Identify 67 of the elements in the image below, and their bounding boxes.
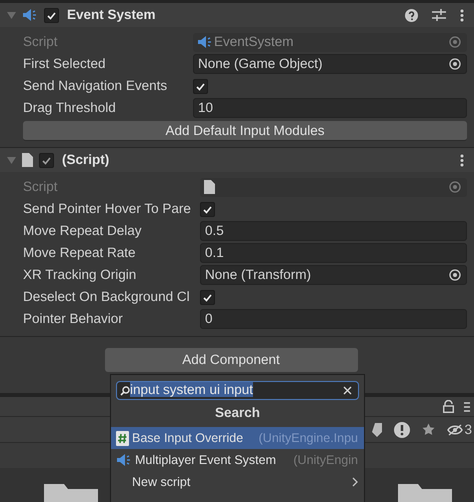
component-name: New script xyxy=(132,474,192,491)
popup-header: Search xyxy=(214,404,262,422)
field-label: Send Pointer Hover To Pare xyxy=(23,200,192,218)
search-icon xyxy=(120,386,130,396)
component-list-item[interactable]: Multiplayer Event System (UnityEngin xyxy=(111,449,364,471)
object-picker-icon xyxy=(449,181,461,194)
component-name: Multiplayer Event System xyxy=(135,452,278,469)
clear-icon[interactable] xyxy=(343,386,352,395)
field-label: Drag Threshold xyxy=(23,98,117,117)
field-label: Send Navigation Events xyxy=(23,76,168,95)
object-picker-icon[interactable] xyxy=(449,58,461,70)
speaker-icon xyxy=(22,8,38,22)
checkbox[interactable] xyxy=(39,152,54,168)
script-name: EventSystem xyxy=(214,32,295,51)
component-header[interactable]: (Script) xyxy=(0,148,474,172)
field-label: Move Repeat Delay xyxy=(23,222,143,240)
file-icon xyxy=(204,180,215,194)
field-label: Pointer Behavior xyxy=(23,310,124,328)
component-header[interactable]: Event System xyxy=(0,3,474,27)
checkmark-icon xyxy=(46,10,57,20)
object-picker-icon xyxy=(449,36,461,48)
checkbox[interactable] xyxy=(200,290,215,305)
object-field[interactable]: None (Transform) xyxy=(200,265,467,286)
component-title: Event System xyxy=(67,6,157,24)
search-field[interactable]: input system ui input xyxy=(116,381,359,400)
checkbox[interactable] xyxy=(193,78,208,94)
field-label: XR Tracking Origin xyxy=(23,266,138,284)
field-label: Move Repeat Rate xyxy=(23,244,137,262)
checkmark-icon xyxy=(202,292,213,303)
help-icon[interactable] xyxy=(405,8,418,22)
object-field[interactable]: None (Game Object) xyxy=(193,54,467,74)
menu-icon[interactable] xyxy=(460,8,464,22)
hidden-eye-icon xyxy=(447,424,464,436)
number-field[interactable]: 0.1 xyxy=(200,243,467,264)
menu-icon[interactable] xyxy=(464,400,470,413)
chevron-right-icon xyxy=(352,477,358,487)
checkmark-icon xyxy=(41,154,52,166)
hidden-count-toggle[interactable]: 3 xyxy=(447,420,472,440)
component-name: Base Input Override xyxy=(132,430,244,447)
field-label: First Selected xyxy=(23,54,107,73)
add-default-input-modules-button[interactable]: Add Default Input Modules xyxy=(23,121,467,141)
field-label: Script xyxy=(23,178,59,196)
checkbox[interactable] xyxy=(44,8,59,22)
object-picker-icon[interactable] xyxy=(449,269,461,282)
number-field[interactable]: 10 xyxy=(193,98,467,118)
field-label: Deselect On Background Cl xyxy=(23,288,191,306)
number-field[interactable]: 0.5 xyxy=(200,221,467,242)
field-label: Script xyxy=(23,32,59,51)
checkmark-icon xyxy=(202,204,213,215)
speaker-icon xyxy=(197,35,213,49)
namespace-label: (UnityEngine.Inpu xyxy=(258,430,358,447)
file-icon xyxy=(22,153,33,168)
menu-icon[interactable] xyxy=(460,154,464,167)
script-hash-icon xyxy=(116,430,129,446)
speaker-icon xyxy=(116,453,132,467)
namespace-label: (UnityEngin xyxy=(293,452,358,469)
checkmark-icon xyxy=(195,80,206,92)
add-component-button[interactable]: Add Component xyxy=(104,348,358,372)
label-icon[interactable] xyxy=(372,422,382,437)
component-title: (Script) xyxy=(62,151,110,170)
sliders-icon[interactable] xyxy=(432,9,446,21)
star-icon[interactable] xyxy=(422,423,436,436)
number-field[interactable]: 0 xyxy=(200,309,467,330)
lock-icon[interactable] xyxy=(443,400,454,414)
component-list-item[interactable]: Base Input Override (UnityEngine.Inpu xyxy=(111,427,364,449)
error-icon[interactable] xyxy=(394,422,410,438)
checkbox[interactable] xyxy=(200,202,215,217)
